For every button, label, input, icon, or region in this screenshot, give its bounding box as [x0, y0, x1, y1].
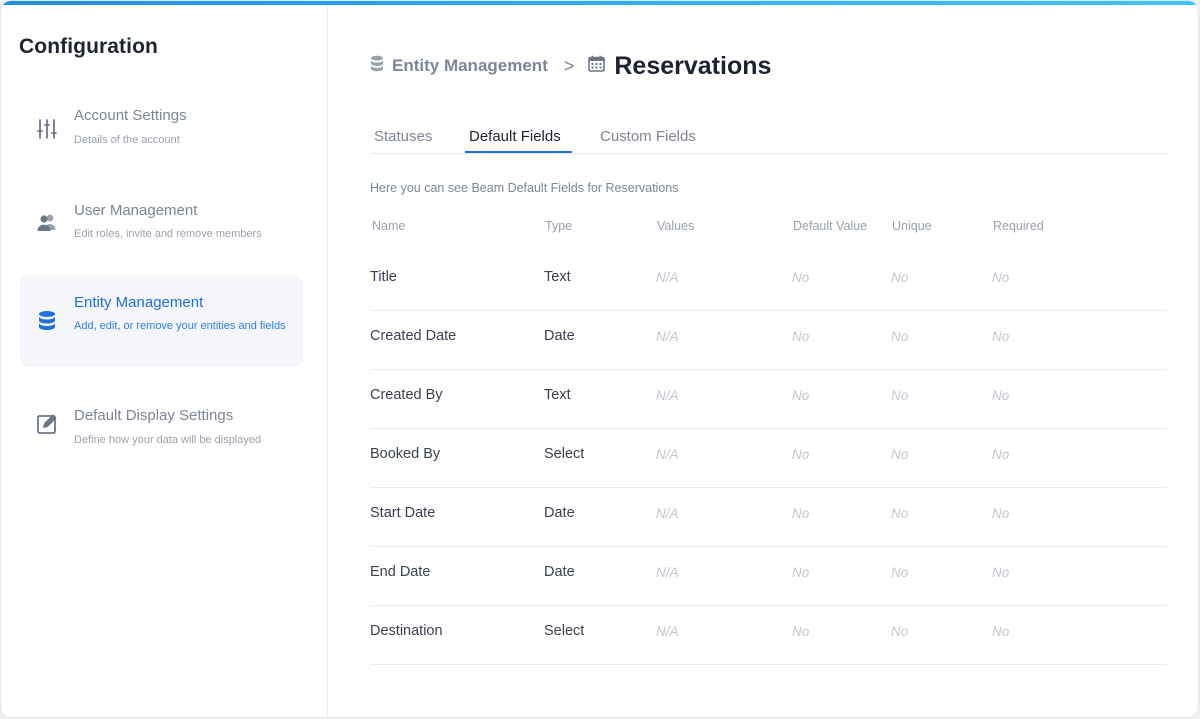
main-content: Entity Management > Reservations Statuse…	[328, 5, 1198, 717]
column-header-values: Values	[657, 219, 695, 233]
cell-values: N/A	[656, 329, 679, 344]
sidebar-item-label: Account Settings	[74, 107, 187, 124]
sidebar-title: Configuration	[19, 35, 158, 58]
cell-default-value: No	[792, 329, 810, 344]
edit-icon	[35, 412, 59, 436]
cell-required: No	[992, 506, 1010, 521]
table-row[interactable]: Start Date Date N/A No No No	[370, 487, 1167, 547]
sliders-icon	[35, 117, 59, 141]
page-title: Reservations	[614, 51, 772, 80]
database-icon	[370, 55, 384, 78]
cell-unique: No	[891, 270, 909, 285]
cell-values: N/A	[656, 506, 679, 521]
sidebar-item-label: User Management	[74, 202, 198, 219]
table-row[interactable]: Created Date Date N/A No No No	[370, 310, 1167, 370]
cell-name: Title	[370, 269, 397, 285]
active-tab-indicator	[465, 151, 572, 153]
cell-default-value: No	[792, 447, 810, 462]
column-header-required: Required	[993, 219, 1044, 233]
tab-statuses[interactable]: Statuses	[374, 128, 432, 145]
cell-values: N/A	[656, 388, 679, 403]
cell-values: N/A	[656, 565, 679, 580]
cell-unique: No	[891, 565, 909, 580]
tab-custom-fields[interactable]: Custom Fields	[600, 128, 696, 145]
cell-unique: No	[891, 624, 909, 639]
database-icon	[35, 309, 59, 333]
table-row[interactable]: Booked By Select N/A No No No	[370, 428, 1167, 488]
table-row[interactable]: End Date Date N/A No No No	[370, 546, 1167, 606]
tab-default-fields[interactable]: Default Fields	[469, 128, 561, 145]
sidebar-item-user-management[interactable]: User Management Edit roles, invite and r…	[20, 196, 303, 252]
cell-values: N/A	[656, 447, 679, 462]
intro-text: Here you can see Beam Default Fields for…	[370, 181, 679, 195]
configuration-window: Configuration Account Settings Details o…	[1, 1, 1198, 717]
cell-values: N/A	[656, 270, 679, 285]
cell-default-value: No	[792, 388, 810, 403]
column-header-default-value: Default Value	[793, 219, 868, 233]
sidebar-item-desc: Details of the account	[74, 134, 180, 146]
cell-type: Text	[544, 387, 571, 403]
cell-required: No	[992, 270, 1010, 285]
cell-values: N/A	[656, 624, 679, 639]
sidebar-item-default-display-settings[interactable]: Default Display Settings Define how your…	[20, 398, 303, 454]
cell-default-value: No	[792, 270, 810, 285]
tab-bar: Statuses Default Fields Custom Fields	[370, 123, 1167, 154]
cell-required: No	[992, 447, 1010, 462]
cell-name: End Date	[370, 564, 431, 580]
sidebar-item-label: Default Display Settings	[74, 407, 234, 424]
column-header-unique: Unique	[892, 219, 932, 233]
cell-required: No	[992, 388, 1010, 403]
cell-type: Date	[544, 564, 575, 580]
table-row[interactable]: Created By Text N/A No No No	[370, 369, 1167, 429]
table-row[interactable]: Destination Select N/A No No No	[370, 605, 1167, 665]
cell-type: Select	[544, 623, 585, 639]
table-row[interactable]: Title Text N/A No No No	[370, 251, 1167, 311]
breadcrumb: Entity Management > Reservations	[370, 49, 771, 83]
cell-default-value: No	[792, 506, 810, 521]
cell-default-value: No	[792, 624, 810, 639]
cell-name: Start Date	[370, 505, 436, 521]
cell-default-value: No	[792, 565, 810, 580]
users-icon	[35, 210, 59, 234]
calendar-icon	[588, 55, 606, 77]
cell-name: Destination	[370, 623, 443, 639]
breadcrumb-parent-link[interactable]: Entity Management	[392, 56, 548, 76]
cell-name: Created By	[370, 387, 443, 403]
cell-unique: No	[891, 447, 909, 462]
cell-type: Text	[544, 269, 571, 285]
sidebar-item-label: Entity Management	[74, 294, 204, 311]
sidebar-item-desc: Add, edit, or remove your entities and f…	[74, 320, 286, 332]
sidebar-item-desc: Define how your data will be displayed	[74, 434, 262, 446]
cell-unique: No	[891, 388, 909, 403]
cell-unique: No	[891, 329, 909, 344]
cell-type: Date	[544, 328, 575, 344]
breadcrumb-separator: >	[563, 55, 575, 76]
cell-name: Booked By	[370, 446, 441, 462]
cell-type: Date	[544, 505, 575, 521]
cell-required: No	[992, 329, 1010, 344]
sidebar: Configuration Account Settings Details o…	[1, 5, 328, 717]
cell-required: No	[992, 624, 1010, 639]
sidebar-item-desc: Edit roles, invite and remove members	[74, 228, 262, 240]
cell-required: No	[992, 565, 1010, 580]
cell-name: Created Date	[370, 328, 457, 344]
sidebar-item-entity-management[interactable]: Entity Management Add, edit, or remove y…	[20, 275, 303, 367]
cell-type: Select	[544, 446, 585, 462]
cell-unique: No	[891, 506, 909, 521]
sidebar-item-account-settings[interactable]: Account Settings Details of the account	[20, 103, 303, 159]
column-header-name: Name	[372, 219, 406, 233]
column-header-type: Type	[545, 219, 573, 233]
